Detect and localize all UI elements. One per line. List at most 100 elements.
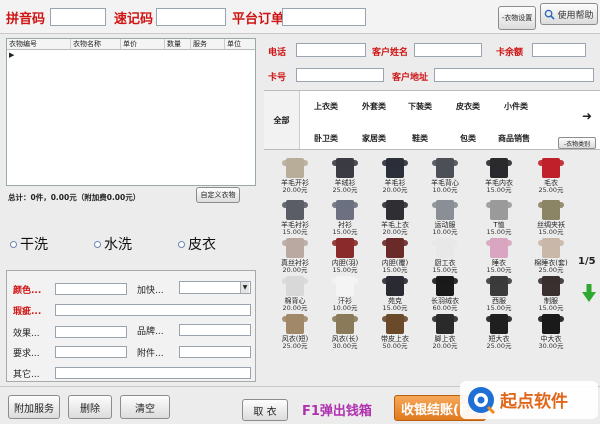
clothes-item-price: 15.00元 xyxy=(486,228,512,236)
clothes-item[interactable]: 棉睡衣(套) 25.00元 xyxy=(526,238,576,275)
category-tab-shoes[interactable]: 鞋类 xyxy=(412,133,428,144)
clothes-item[interactable]: 羊毛衬衫 15.00元 xyxy=(270,200,320,237)
clothes-thumbnail-icon xyxy=(538,276,564,296)
card-number-input[interactable] xyxy=(296,68,384,82)
color-label: 颜色... xyxy=(13,286,42,296)
effect-label: 效果... xyxy=(13,329,40,339)
pickup-button[interactable]: 取 衣 xyxy=(242,399,288,421)
custom-clothes-button[interactable]: 自定义衣物 xyxy=(196,187,240,203)
platform-order-label: 平台订单 xyxy=(232,12,285,27)
clothes-item[interactable]: T恤 15.00元 xyxy=(474,200,524,237)
clothes-item[interactable]: 汗衫 10.00元 xyxy=(320,276,370,313)
clothes-thumbnail-icon xyxy=(486,158,512,178)
top-bar: 拼音码 速记码 平台订单 -衣物设置 使用帮助 xyxy=(0,0,600,34)
category-tab-bottoms[interactable]: 下装类 xyxy=(408,101,432,112)
arrow-down-icon[interactable] xyxy=(582,284,596,302)
clothes-item[interactable]: 制服 15.00元 xyxy=(526,276,576,313)
clear-button[interactable]: 清空 xyxy=(120,395,170,419)
clothes-thumbnail-icon xyxy=(382,276,408,296)
clothes-item-price: 25.00元 xyxy=(538,266,564,274)
magnifier-icon xyxy=(545,9,556,20)
clothes-item-price: 15.00元 xyxy=(538,304,564,312)
clothes-thumbnail-icon xyxy=(382,200,408,220)
clothes-item[interactable]: 风衣(长) 30.00元 xyxy=(320,314,370,351)
effect-input[interactable] xyxy=(55,326,127,338)
clothes-item[interactable]: 睡衣 15.00元 xyxy=(474,238,524,275)
clothes-thumbnail-icon xyxy=(486,238,512,258)
clothes-item[interactable]: 苑克 15.00元 xyxy=(370,276,420,313)
clothes-item[interactable]: 内胆(覆) 15.00元 xyxy=(370,238,420,275)
category-tab-tops[interactable]: 上衣类 xyxy=(314,101,338,112)
pinyin-input[interactable] xyxy=(50,8,106,26)
urgent-label: 加快... xyxy=(137,286,164,296)
wash-option-water[interactable]: 水洗 xyxy=(94,234,132,254)
category-tab-sales[interactable]: 商品销售 xyxy=(498,133,530,144)
brand-input[interactable] xyxy=(179,324,251,336)
category-tab-coats[interactable]: 外套类 xyxy=(362,101,386,112)
accessory-input[interactable] xyxy=(179,346,251,358)
category-all-tab[interactable]: 全部 xyxy=(264,91,300,149)
card-balance-input[interactable] xyxy=(532,43,586,57)
clothes-thumbnail-icon xyxy=(282,200,308,220)
clothes-item[interactable]: 运动服 10.00元 xyxy=(420,200,470,237)
quick-code-input[interactable] xyxy=(156,8,226,26)
clothes-thumbnail-icon xyxy=(538,238,564,258)
chevron-down-icon[interactable]: ▼ xyxy=(240,282,249,293)
clothes-item[interactable]: 带皮上衣 50.00元 xyxy=(370,314,420,351)
flaw-input[interactable] xyxy=(55,304,251,316)
clothes-item[interactable]: 毛衣 25.00元 xyxy=(526,158,576,195)
clothes-item[interactable]: 羊毛开衫 20.00元 xyxy=(270,158,320,195)
addon-service-button[interactable]: 附加服务 xyxy=(8,395,60,419)
category-tab-leather[interactable]: 皮衣类 xyxy=(456,101,480,112)
watermark-logo: 起点软件 xyxy=(460,381,598,419)
color-input[interactable] xyxy=(55,283,127,295)
delete-button[interactable]: 删除 xyxy=(68,395,112,419)
customer-name-input[interactable] xyxy=(414,43,482,57)
clothes-item[interactable]: 中大衣 30.00元 xyxy=(526,314,576,351)
clothes-item[interactable]: 衬衫 15.00元 xyxy=(320,200,370,237)
customer-name-label: 客户姓名 xyxy=(372,48,409,58)
other-input[interactable] xyxy=(55,367,251,379)
clothes-item[interactable]: 短大衣 25.00元 xyxy=(474,314,524,351)
clothes-item[interactable]: 丝绸夹袄 15.00元 xyxy=(526,200,576,237)
clothes-thumbnail-icon xyxy=(332,314,358,334)
clothes-item-price: 15.00元 xyxy=(332,266,358,274)
phone-input[interactable] xyxy=(296,43,366,57)
wash-option-dry[interactable]: 干洗 xyxy=(10,234,48,254)
clothes-item[interactable]: 羊毛上衣 20.00元 xyxy=(370,200,420,237)
category-tab-bedding[interactable]: 卧卫类 xyxy=(314,133,338,144)
clothes-item[interactable]: 脚上衣 20.00元 xyxy=(420,314,470,351)
clothes-item[interactable]: 羊毛背心 10.00元 xyxy=(420,158,470,195)
clothes-category-button[interactable]: -衣物类别 xyxy=(558,137,596,149)
clothes-settings-button[interactable]: -衣物设置 xyxy=(498,6,536,30)
clothes-item-price: 20.00元 xyxy=(432,342,458,350)
clothes-item-price: 25.00元 xyxy=(282,342,308,350)
category-tab-home[interactable]: 家居类 xyxy=(362,133,386,144)
wash-option-leather[interactable]: 皮衣 xyxy=(178,234,216,254)
clothes-item[interactable]: 羊毛内衣 15.00元 xyxy=(474,158,524,195)
clothes-thumbnail-icon xyxy=(432,238,458,258)
platform-order-input[interactable] xyxy=(282,8,366,26)
clothes-item[interactable]: 厨工衣 15.00元 xyxy=(420,238,470,275)
wash-option-water-label: 水洗 xyxy=(104,237,132,253)
clothes-item[interactable]: 西服 15.00元 xyxy=(474,276,524,313)
cashbox-hint: F1弹出钱箱 xyxy=(302,404,372,419)
clothes-item[interactable]: 羊毛衫 20.00元 xyxy=(370,158,420,195)
urgent-select[interactable]: ▼ xyxy=(179,281,251,294)
category-tab-small[interactable]: 小件类 xyxy=(504,101,528,112)
customer-address-label: 客户地址 xyxy=(392,73,429,83)
category-tab-bags[interactable]: 包类 xyxy=(460,133,476,144)
clothes-item[interactable]: 长羽绒衣 60.00元 xyxy=(420,276,470,313)
clothes-item[interactable]: 风衣(短) 25.00元 xyxy=(270,314,320,351)
clothes-item[interactable]: 真丝衬衫 20.00元 xyxy=(270,238,320,275)
order-table[interactable]: 衣物编号 衣物名称 单价 数量 服务 单位 ▶ xyxy=(6,38,256,186)
clothes-item[interactable]: 内胆(羽) 15.00元 xyxy=(320,238,370,275)
clothes-thumbnail-icon xyxy=(486,314,512,334)
arrow-right-icon[interactable]: ➜ xyxy=(582,109,592,123)
help-button[interactable]: 使用帮助 xyxy=(540,3,598,25)
radio-dot xyxy=(178,240,185,248)
clothes-item[interactable]: 羊绒衫 25.00元 xyxy=(320,158,370,195)
customer-address-input[interactable] xyxy=(434,68,594,82)
request-input[interactable] xyxy=(55,346,127,358)
clothes-item[interactable]: 棉背心 20.00元 xyxy=(270,276,320,313)
